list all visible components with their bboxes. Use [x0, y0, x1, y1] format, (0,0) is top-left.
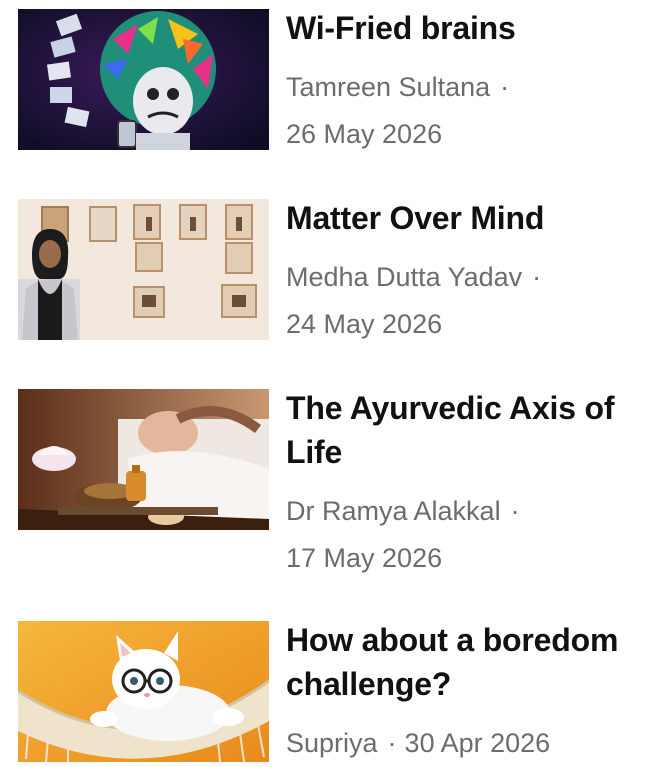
cat-in-hammock-image [18, 621, 269, 762]
article-text: How about a boredom challenge? Supriya · 3… [286, 621, 636, 767]
article-title[interactable]: Matter Over Mind [286, 196, 636, 240]
article-text: The Ayurvedic Axis of Life Dr Ramya Alak… [286, 389, 636, 582]
article-text: Wi-Fried brains Tamreen Sultana · 26 May … [286, 9, 636, 158]
article-card[interactable]: Wi-Fried brains Tamreen Sultana · 26 May … [18, 9, 638, 158]
ayurvedic-massage-image [18, 389, 269, 530]
meta-separator: · [387, 728, 397, 758]
article-card[interactable]: Matter Over Mind Medha Dutta Yadav · 24 M… [18, 199, 638, 348]
article-author[interactable]: Tamreen Sultana [286, 72, 490, 102]
article-thumbnail[interactable] [18, 9, 269, 150]
article-author[interactable]: Dr Ramya Alakkal [286, 496, 501, 526]
meta-separator: · [500, 72, 510, 102]
article-list: Wi-Fried brains Tamreen Sultana · 26 May … [0, 0, 650, 767]
article-meta: Medha Dutta Yadav · 24 May 2026 [286, 254, 636, 348]
article-meta: Tamreen Sultana · 26 May 2026 [286, 64, 636, 158]
article-card[interactable]: How about a boredom challenge? Supriya · 3… [18, 621, 638, 767]
meta-separator: · [510, 496, 520, 526]
article-thumbnail[interactable] [18, 621, 269, 762]
article-date: 24 May 2026 [286, 309, 443, 339]
article-date: 26 May 2026 [286, 119, 443, 149]
woman-art-exhibit-image [18, 199, 269, 340]
article-thumbnail[interactable] [18, 389, 269, 530]
article-author[interactable]: Supriya [286, 728, 378, 758]
cartoon-phone-overload-image [18, 9, 269, 150]
article-title[interactable]: The Ayurvedic Axis of Life [286, 386, 636, 474]
article-title[interactable]: Wi-Fried brains [286, 6, 636, 50]
article-meta: Supriya · 30 Apr 2026 [286, 720, 636, 767]
article-date: 30 Apr 2026 [404, 728, 551, 758]
article-date: 17 May 2026 [286, 543, 443, 573]
article-thumbnail[interactable] [18, 199, 269, 340]
article-author[interactable]: Medha Dutta Yadav [286, 262, 522, 292]
article-title[interactable]: How about a boredom challenge? [286, 618, 636, 706]
article-meta: Dr Ramya Alakkal · 17 May 2026 [286, 488, 636, 582]
article-card[interactable]: The Ayurvedic Axis of Life Dr Ramya Alak… [18, 389, 638, 582]
article-text: Matter Over Mind Medha Dutta Yadav · 24 M… [286, 199, 636, 348]
meta-separator: · [532, 262, 542, 292]
